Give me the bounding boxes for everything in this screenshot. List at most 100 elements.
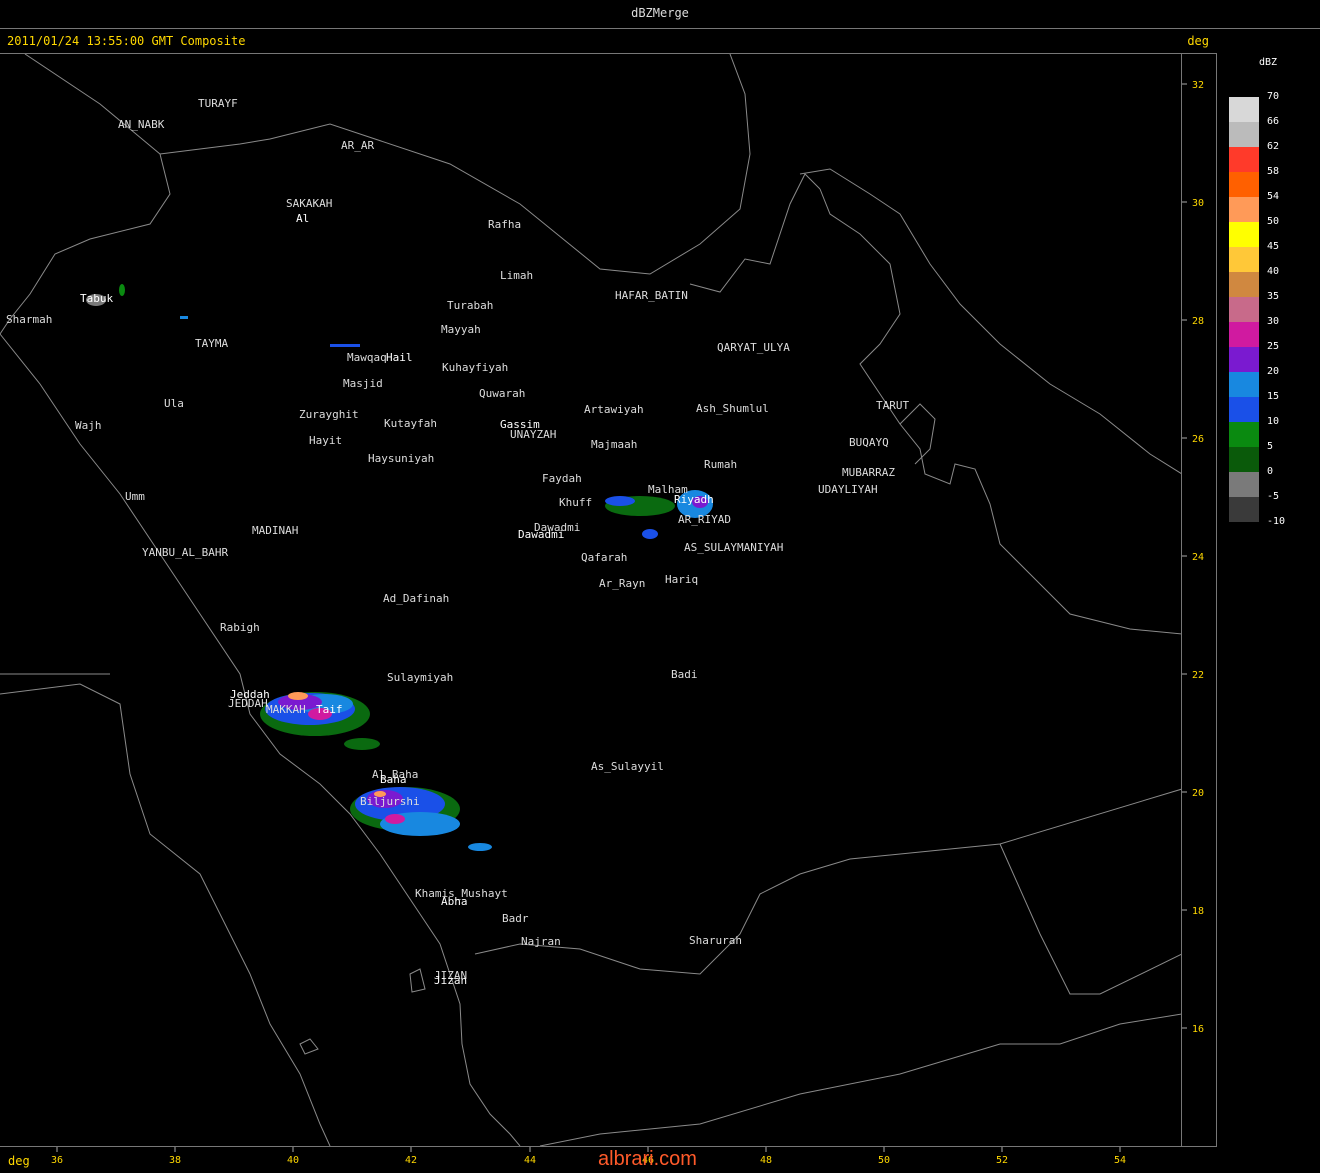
legend-swatch [1229, 272, 1259, 297]
lon-tick-label: 38 [169, 1155, 181, 1166]
city-label: Sharmah [6, 313, 53, 326]
legend-swatch [1229, 222, 1259, 247]
city-label: Artawiyah [584, 403, 644, 416]
legend-swatch [1229, 447, 1259, 472]
city-label: Abha [441, 895, 468, 908]
lon-tick-label: 36 [51, 1155, 63, 1166]
gulf-coast [819, 188, 1181, 635]
radar-map[interactable]: TURAYF AN_NABK AR_AR SAKAKAH Al Rafha Li… [0, 54, 1182, 1146]
legend-swatch [1229, 347, 1259, 372]
island-2 [409, 968, 426, 993]
deg-unit-label: deg [1187, 34, 1209, 48]
legend-value-label: 62 [1267, 141, 1280, 152]
city-label: Baha [380, 773, 407, 786]
legend-swatch [1229, 122, 1259, 147]
redsea-coast-africa [0, 683, 331, 1146]
city-label: Riyadh [674, 493, 714, 506]
legend-swatch [1229, 397, 1259, 422]
qatar [899, 403, 936, 465]
city-label: Kuhayfiyah [442, 361, 509, 374]
city-label: Masjid [343, 377, 383, 390]
legend-value-label: 20 [1267, 366, 1280, 377]
lat-tick-label: 24 [1192, 552, 1204, 563]
legend-value-label: 66 [1267, 116, 1280, 127]
city-label: Hail [386, 351, 413, 364]
legend-swatch [1229, 422, 1259, 447]
city-label: QARYAT_ULYA [717, 341, 790, 354]
city-label: Taif [316, 703, 343, 716]
city-label: AN_NABK [118, 118, 165, 131]
legend-value-label: 5 [1267, 441, 1274, 452]
legend-value-label: 58 [1267, 166, 1280, 177]
city-label: Qafarah [581, 551, 628, 564]
legend-swatch [1229, 172, 1259, 197]
lon-tick-label: 54 [1114, 1155, 1126, 1166]
city-label: Quwarah [479, 387, 526, 400]
city-label: UNAYZAH [510, 428, 557, 441]
border-yemen [474, 788, 1181, 975]
city-label: TURAYF [198, 97, 238, 110]
island-1 [299, 1038, 319, 1055]
city-label: BUQAYQ [849, 436, 889, 449]
city-label: AR_AR [341, 139, 375, 152]
border-kuwait [689, 173, 821, 293]
lon-tick-marks [56, 1147, 1121, 1152]
lon-tick-label: 44 [524, 1155, 536, 1166]
lon-tick-label: 50 [878, 1155, 890, 1166]
lat-tick-label: 22 [1192, 670, 1204, 681]
legend-value-label: 70 [1267, 91, 1280, 102]
city-label: Ad_Dafinah [383, 592, 450, 605]
city-label: SAKAKAH [286, 197, 333, 210]
lat-tick-marks [1182, 83, 1187, 1029]
lat-tick-label: 20 [1192, 788, 1204, 799]
legend-value-label: -5 [1267, 491, 1280, 502]
city-label: Majmaah [591, 438, 638, 451]
city-label: HAFAR_BATIN [615, 289, 688, 302]
city-label: Badr [502, 912, 529, 925]
legend-swatch [1229, 522, 1259, 547]
legend-value-label: 0 [1267, 466, 1274, 477]
city-label: Dawadmi [518, 528, 565, 541]
latitude-axis: 32 30 28 26 24 22 20 18 16 [1182, 54, 1217, 1146]
city-label: Turabah [447, 299, 494, 312]
legend-swatch [1229, 147, 1259, 172]
echo-hail [330, 344, 360, 347]
city-label: Limah [500, 269, 534, 282]
legend-value-label: 40 [1267, 266, 1280, 277]
city-label: Rumah [704, 458, 738, 471]
city-label: Najran [521, 935, 561, 948]
lon-tick-label: 48 [760, 1155, 772, 1166]
border-jordan [159, 54, 751, 275]
legend-unit-label: dBZ [1259, 57, 1278, 68]
city-label: Badi [671, 668, 698, 681]
city-label: Biljurshi [360, 795, 420, 808]
city-label: UDAYLIYAH [818, 483, 878, 496]
city-label: TAYMA [195, 337, 229, 350]
redsea-coast-saudi [0, 333, 521, 1146]
city-label: Sulaymiyah [387, 671, 454, 684]
city-label: Kutayfah [384, 417, 437, 430]
city-label: Jizan [434, 974, 468, 987]
city-label: Rafha [488, 218, 522, 231]
city-label: Hayit [309, 434, 343, 447]
city-label: Sharurah [689, 934, 742, 947]
city-label: Tabuk [80, 292, 114, 305]
city-label: TARUT [876, 399, 910, 412]
legend-value-label: -10 [1267, 516, 1286, 527]
city-label: MUBARRAZ [842, 466, 895, 479]
legend-value-label: 35 [1267, 291, 1280, 302]
city-label: Haysuniyah [368, 452, 435, 465]
city-label: Ar_Rayn [599, 577, 646, 590]
window-title: dBZMerge [631, 6, 689, 20]
header-bar: 2011/01/24 13:55:00 GMT Composite deg [0, 29, 1217, 54]
legend-swatch [1229, 497, 1259, 522]
lon-tick-label: 52 [996, 1155, 1008, 1166]
legend-swatch [1229, 97, 1259, 122]
legend-value-label: 25 [1267, 341, 1280, 352]
dbz-legend: dBZ 70 66 62 58 54 50 45 40 35 30 25 20 15 10 5 0 -5 -10 [1217, 29, 1320, 1172]
city-label: AS_SULAYMANIYAH [684, 541, 784, 554]
legend-value-label: 45 [1267, 241, 1280, 252]
city-label: As_Sulayyil [591, 760, 664, 773]
city-label: Khuff [559, 496, 593, 509]
lat-tick-label: 32 [1192, 80, 1204, 91]
